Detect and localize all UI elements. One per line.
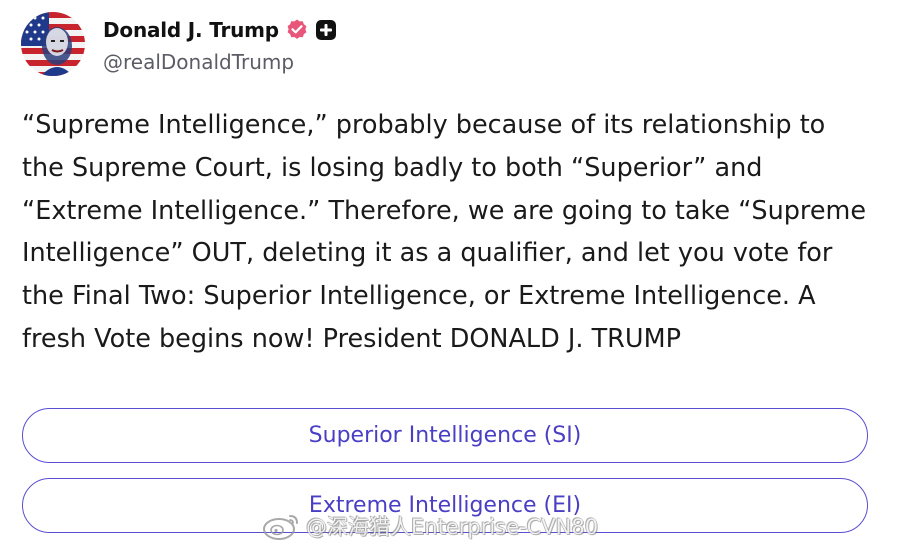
poll-option-extreme-intelligence[interactable]: Extreme Intelligence (EI) [22,478,868,533]
post-body-text: “Supreme Intelligence,” probably because… [22,110,867,354]
avatar[interactable] [21,12,85,76]
poll-option-label: Superior Intelligence (SI) [308,423,582,448]
post-header: Donald J. Trump @realDonaldTrump [21,12,337,76]
flag-portrait-avatar-icon [21,12,85,76]
name-row: Donald J. Trump [103,16,337,44]
plus-badge-icon [315,19,337,41]
author-identity: Donald J. Trump @realDonaldTrump [103,12,337,74]
poll-option-label: Extreme Intelligence (EI) [308,493,582,518]
truth-social-post: Donald J. Trump @realDonaldTrump “Suprem… [0,0,900,550]
author-handle[interactable]: @realDonaldTrump [103,50,337,74]
display-name[interactable]: Donald J. Trump [103,18,279,42]
poll-option-superior-intelligence[interactable]: Superior Intelligence (SI) [22,408,868,463]
verified-badge-icon [285,18,309,42]
